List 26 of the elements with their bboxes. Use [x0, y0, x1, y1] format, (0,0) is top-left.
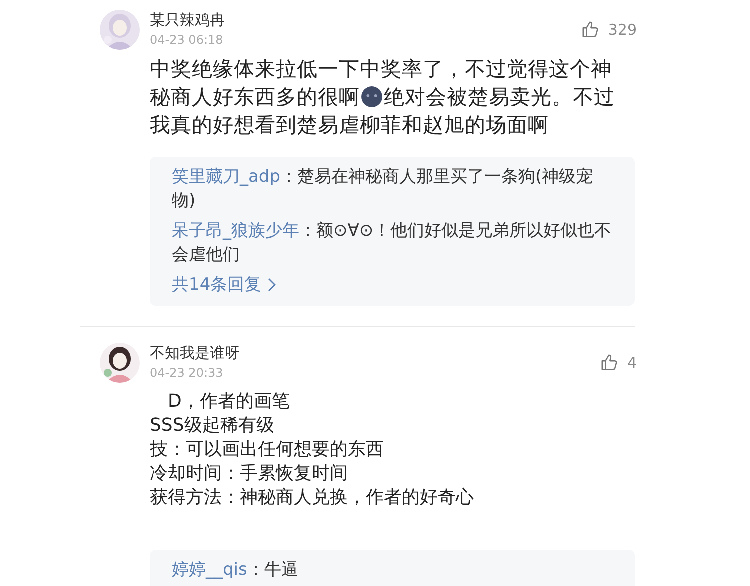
comment-text: 我真的好想看到楚易虐柳菲和赵旭的场面啊: [150, 112, 549, 139]
comment-text: 技：可以画出任何想要的东西: [150, 438, 384, 462]
more-replies-link[interactable]: 共14条回复: [172, 273, 276, 296]
reply-text: 呆子昂_狼族少年：额⊙∀⊙！他们好似是兄弟所以好似也不会虐他们: [172, 220, 613, 267]
comment-text: D，作者的画笔: [167, 390, 290, 414]
comment-time: 04-23 20:33: [150, 366, 224, 380]
user-name[interactable]: 某只辣鸡冉: [150, 10, 225, 30]
comment-text: 获得方法：神秘商人兑换，作者的好奇心: [150, 486, 474, 510]
comment-text: 冷却时间：手累恢复时间: [150, 462, 348, 486]
thumbs-up-icon: [600, 353, 620, 372]
reply-author[interactable]: 呆子昂_狼族少年: [172, 221, 300, 241]
like-button[interactable]: 329: [581, 20, 637, 39]
thumbs-up-icon: [581, 20, 600, 39]
chevron-right-icon: [268, 278, 276, 292]
comment-text: 绝对会被楚易卖光。不过: [384, 84, 615, 111]
reply-author[interactable]: 婷婷__qis: [172, 560, 248, 580]
comment-text: 秘商人好东西多的很啊: [150, 84, 360, 111]
user-name[interactable]: 不知我是谁呀: [150, 343, 240, 363]
comment-text: SSS级起稀有级: [150, 414, 274, 438]
reply-text: 婷婷__qis：牛逼: [172, 559, 300, 582]
comment-time: 04-23 06:18: [150, 33, 224, 47]
reply-text: 笑里藏刀_adp：楚易在神秘商人那里买了一条狗(神级宠物): [172, 166, 594, 213]
reply-author[interactable]: 笑里藏刀_adp: [172, 167, 280, 187]
comment-text: 中奖绝缘体来拉低一下中奖率了，不过觉得这个神: [150, 56, 612, 83]
like-button[interactable]: 4: [600, 353, 637, 372]
moon-face-icon: [361, 86, 383, 108]
